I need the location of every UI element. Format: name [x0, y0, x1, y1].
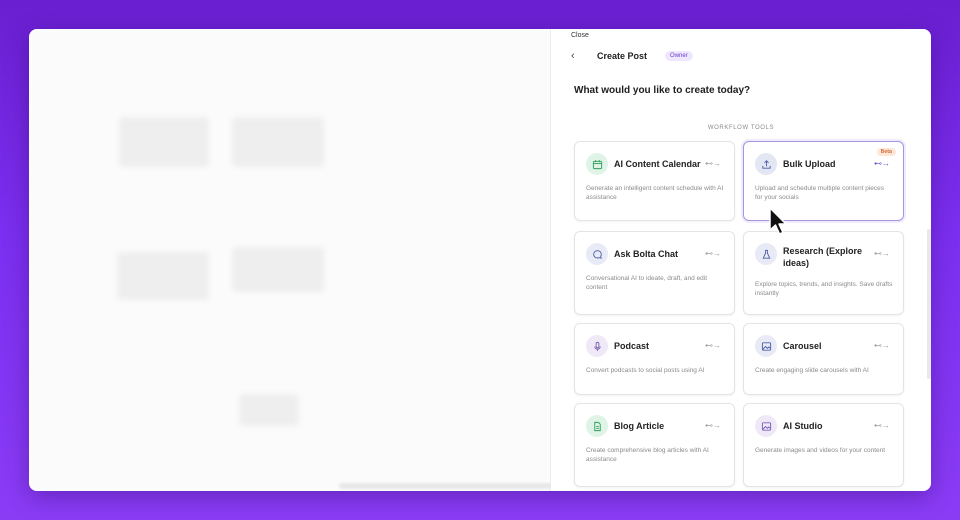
card-title: Carousel — [783, 341, 822, 351]
arrow-right-icon: ⊷→ — [705, 159, 721, 168]
card-title: Ask Bolta Chat — [614, 249, 679, 259]
card-title: AI Studio — [783, 421, 823, 431]
image-icon — [755, 335, 777, 357]
calendar-icon — [586, 153, 608, 175]
card-ask-bolta-chat[interactable]: Ask Bolta Chat ⊷→ Conversational AI to i… — [574, 231, 735, 315]
upload-icon — [755, 153, 777, 175]
card-description: Explore topics, trends, and insights. Sa… — [755, 281, 893, 297]
section-label: WORKFLOW TOOLS — [707, 125, 775, 131]
card-podcast[interactable]: Podcast ⊷→ Convert podcasts to social po… — [574, 323, 735, 395]
back-chevron-icon[interactable]: ‹ — [571, 50, 589, 62]
card-description: Upload and schedule multiple content pie… — [755, 185, 885, 201]
card-carousel[interactable]: Carousel ⊷→ Create engaging slide carous… — [743, 323, 904, 395]
blurred-background — [29, 29, 551, 491]
card-description: Create comprehensive blog articles with … — [586, 447, 709, 463]
card-ai-content-calendar[interactable]: AI Content Calendar ⊷→ Generate an intel… — [574, 141, 735, 221]
page-title: Create Post — [597, 51, 648, 61]
arrow-right-icon: ⊷→ — [874, 249, 890, 258]
card-description: Create engaging slide carousels with AI — [755, 367, 869, 374]
panel-scrollbar[interactable] — [927, 229, 931, 379]
close-button[interactable]: Close — [571, 32, 589, 39]
card-title: Blog Article — [614, 421, 665, 431]
image-icon — [755, 415, 777, 437]
arrow-right-icon: ⊷→ — [705, 421, 721, 430]
arrow-right-icon: ⊷→ — [705, 341, 721, 350]
card-research[interactable]: Research (Explore ideas) ⊷→ Explore topi… — [743, 231, 904, 315]
app-window: Close ‹ Create Post Owner What would you… — [29, 29, 931, 491]
document-icon — [586, 415, 608, 437]
mouse-pointer-icon — [769, 207, 787, 235]
card-title: Podcast — [614, 341, 650, 351]
create-post-panel: Close ‹ Create Post Owner What would you… — [551, 29, 931, 491]
role-badge: Owner — [665, 51, 693, 61]
card-description: Generate an intelligent content schedule… — [586, 185, 724, 201]
beta-badge: Beta — [876, 148, 896, 156]
microphone-icon — [586, 335, 608, 357]
prompt-heading: What would you like to create today? — [574, 85, 751, 96]
card-ai-studio[interactable]: AI Studio ⊷→ Generate images and videos … — [743, 403, 904, 487]
arrow-right-icon: ⊷→ — [705, 249, 721, 258]
arrow-right-icon: ⊷→ — [874, 159, 890, 168]
card-description: Conversational AI to ideate, draft, and … — [586, 275, 708, 291]
card-description: Convert podcasts to social posts using A… — [586, 367, 705, 374]
panel-header: ‹ Create Post Owner — [571, 49, 693, 63]
arrow-right-icon: ⊷→ — [874, 341, 890, 350]
card-title: Bulk Upload — [783, 159, 836, 169]
arrow-right-icon: ⊷→ — [874, 421, 890, 430]
card-title: AI Content Calendar — [614, 159, 701, 169]
card-description: Generate images and videos for your cont… — [755, 447, 886, 454]
flask-icon — [755, 243, 777, 265]
chat-bubble-icon — [586, 243, 608, 265]
card-blog-article[interactable]: Blog Article ⊷→ Create comprehensive blo… — [574, 403, 735, 487]
card-title: Research (Explore ideas) — [783, 246, 863, 268]
